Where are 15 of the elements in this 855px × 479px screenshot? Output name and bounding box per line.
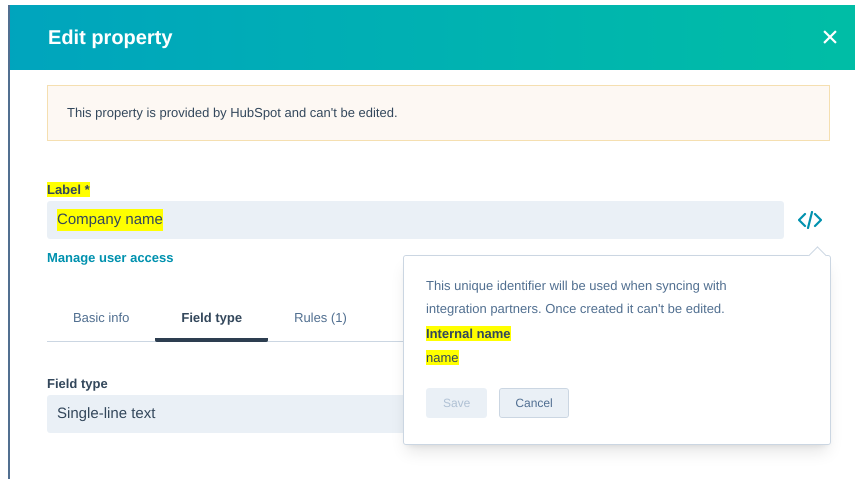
field-label: Label * bbox=[47, 182, 90, 197]
tab[interactable]: Basic info bbox=[47, 298, 156, 342]
notice-text: This property is provided by HubSpot and can't be edited. bbox=[67, 104, 398, 122]
popover-description: This unique identifier will be used when syncing with integration partners. Once created it can't be edited. bbox=[426, 277, 728, 318]
code-icon[interactable] bbox=[798, 211, 822, 229]
popover-button[interactable]: Cancel bbox=[499, 388, 569, 418]
dialog-title: Edit property bbox=[48, 26, 172, 50]
tab[interactable]: Field type bbox=[155, 298, 268, 342]
tab[interactable]: Rules (1) bbox=[268, 298, 373, 342]
field-value: Company name bbox=[57, 208, 163, 232]
field-label: Field type bbox=[47, 376, 108, 391]
internal-name-label: Internal name bbox=[426, 326, 511, 341]
label-field[interactable]: Company name bbox=[47, 201, 784, 239]
internal-name-value: name bbox=[426, 350, 459, 365]
manage-access-link[interactable]: Manage user access bbox=[47, 250, 174, 265]
